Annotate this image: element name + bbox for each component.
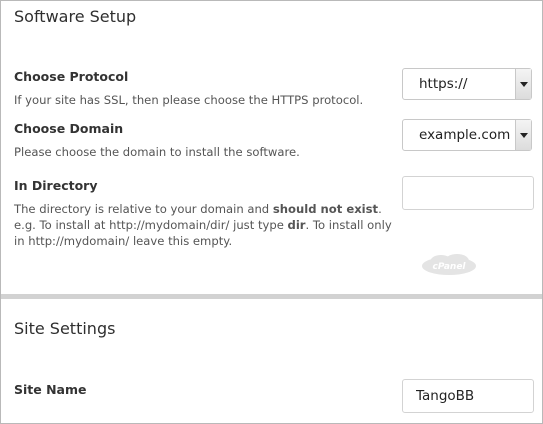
directory-desc-part: The directory is relative to your domain… xyxy=(14,202,273,216)
domain-select[interactable]: example.com xyxy=(402,119,532,151)
choose-domain-label: Choose Domain xyxy=(14,121,124,136)
site-name-label: Site Name xyxy=(14,382,87,397)
directory-desc-emphasis: should not exist xyxy=(272,202,379,216)
domain-select-value: example.com xyxy=(419,127,511,143)
choose-protocol-description: If your site has SSL, then please choose… xyxy=(14,93,364,107)
protocol-select-value: https:// xyxy=(419,76,468,92)
in-directory-label: In Directory xyxy=(14,178,98,193)
choose-domain-description: Please choose the domain to install the … xyxy=(14,145,300,159)
choose-protocol-label: Choose Protocol xyxy=(14,69,129,84)
directory-desc-emphasis: dir xyxy=(287,218,306,232)
section-divider xyxy=(1,294,542,299)
cpanel-watermark-text: cPanel xyxy=(432,262,466,272)
cpanel-watermark-icon: cPanel xyxy=(422,254,476,275)
in-directory-description: The directory is relative to your domain… xyxy=(14,201,399,249)
protocol-select[interactable]: https:// xyxy=(402,68,532,100)
chevron-down-icon[interactable] xyxy=(515,120,531,150)
site-name-input[interactable] xyxy=(402,379,534,413)
chevron-down-icon[interactable] xyxy=(515,69,531,99)
directory-input[interactable] xyxy=(402,176,534,210)
installer-panel: Software Setup Choose Protocol If your s… xyxy=(0,0,543,424)
site-settings-title: Site Settings xyxy=(14,319,116,338)
software-setup-title: Software Setup xyxy=(14,7,137,26)
